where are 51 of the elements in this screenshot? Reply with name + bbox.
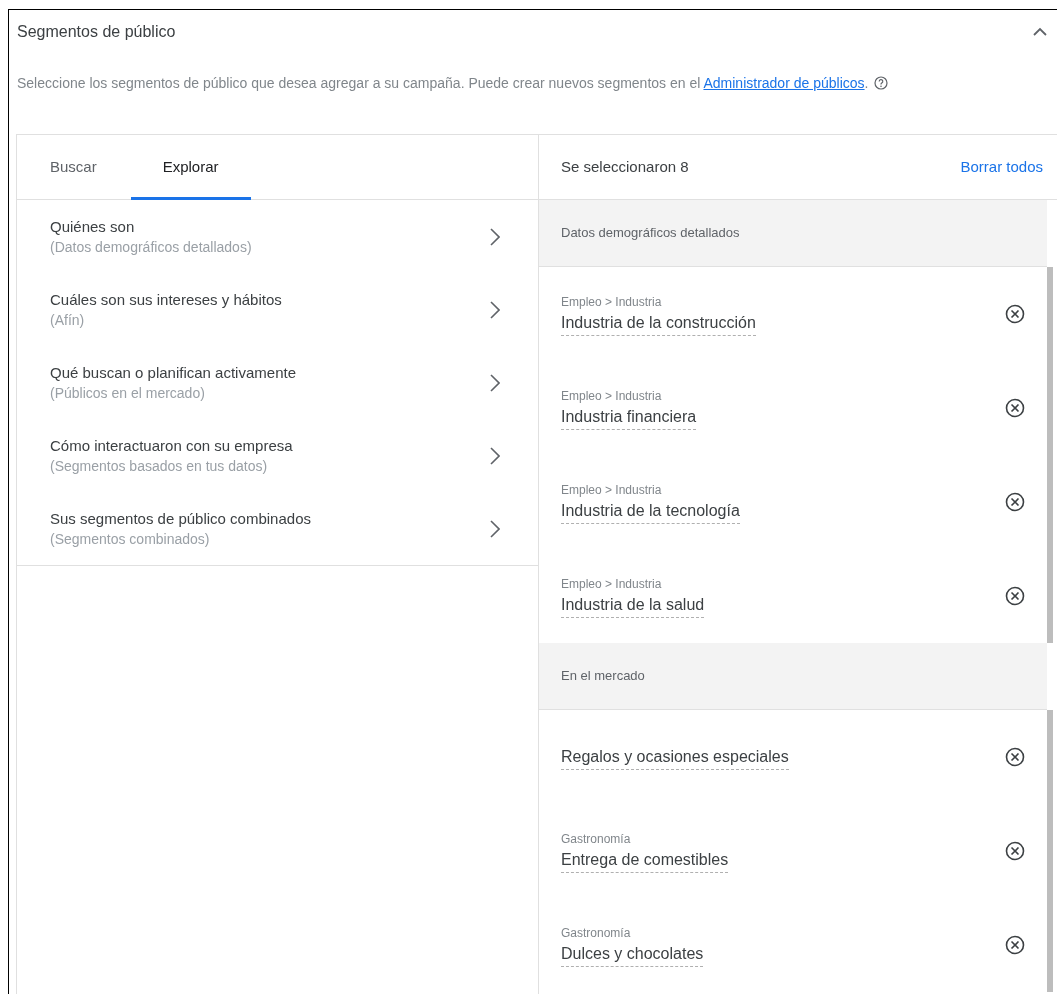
category-item[interactable]: Cómo interactuaron con su empresa (Segmentos basados en tus datos) (17, 419, 538, 492)
group-heading: En el mercado (561, 667, 645, 686)
category-subtitle: (Públicos en el mercado) (50, 383, 206, 403)
selected-count: Se seleccionaron 8 (561, 156, 689, 177)
segment-path: Empleo > Industria (561, 481, 662, 499)
category-title: Quiénes son (50, 216, 136, 237)
clear-all-link[interactable]: Borrar todos (960, 155, 1043, 179)
category-subtitle: (Segmentos basados en tus datos) (50, 456, 269, 476)
category-subtitle: (Afín) (50, 310, 86, 330)
chevron-right-icon (490, 227, 500, 246)
segment-name: Dulces y chocolates (561, 941, 704, 967)
collapse-icon[interactable] (1033, 27, 1047, 37)
chevron-right-icon (490, 519, 500, 538)
segment-path: Gastronomía (561, 830, 631, 848)
category-item[interactable]: Qué buscan o planifican activamente (Públicos en el mercado) (17, 346, 538, 419)
category-subtitle: (Datos demográficos detallados) (50, 237, 252, 257)
group-heading: Datos demográficos detallados (561, 224, 740, 243)
remove-icon[interactable] (1005, 304, 1025, 324)
segment-name: Entrega de comestibles (561, 847, 729, 873)
category-title: Sus segmentos de público combinados (50, 508, 311, 529)
remove-icon[interactable] (1005, 747, 1025, 767)
category-title: Cuáles son sus intereses y hábitos (50, 289, 282, 310)
remove-icon[interactable] (1005, 586, 1025, 606)
section-title: Segmentos de público (17, 22, 176, 42)
category-item[interactable]: Quiénes son (Datos demográficos detallados) (17, 200, 538, 273)
category-title: Qué buscan o planifican activamente (50, 362, 296, 383)
description: Seleccione los segmentos de público que desea agregar a su campaña. Puede crear nuevos segmentos en el Administrador de públicos. (9, 72, 989, 94)
segment-name: Regalos y ocasiones especiales (561, 744, 789, 770)
segment-path: Empleo > Industria (561, 293, 662, 311)
audience-manager-link[interactable]: Administrador de públicos (703, 75, 865, 91)
segment-name: Industria de la tecnología (561, 498, 740, 524)
chevron-right-icon (490, 300, 500, 319)
category-subtitle: (Segmentos combinados) (50, 529, 211, 549)
remove-icon[interactable] (1005, 398, 1025, 418)
category-item[interactable]: Sus segmentos de público combinados (Segmentos combinados) (17, 492, 538, 565)
remove-icon[interactable] (1005, 841, 1025, 861)
segment-name: Industria de la construcción (561, 310, 756, 336)
segment-name: Industria de la salud (561, 592, 705, 618)
segment-path: Empleo > Industria (561, 387, 662, 405)
category-item[interactable]: Cuáles son sus intereses y hábitos (Afín) (17, 273, 538, 346)
segment-name: Industria financiera (561, 404, 697, 430)
tab[interactable]: Explorar (130, 135, 251, 200)
segment-path: Empleo > Industria (561, 575, 662, 593)
remove-icon[interactable] (1005, 492, 1025, 512)
tab[interactable]: Buscar (35, 135, 129, 200)
category-title: Cómo interactuaron con su empresa (50, 435, 293, 456)
chevron-right-icon (490, 373, 500, 392)
segment-path: Gastronomía (561, 924, 631, 942)
remove-icon[interactable] (1005, 935, 1025, 955)
chevron-right-icon (490, 446, 500, 465)
help-icon[interactable] (874, 76, 889, 90)
